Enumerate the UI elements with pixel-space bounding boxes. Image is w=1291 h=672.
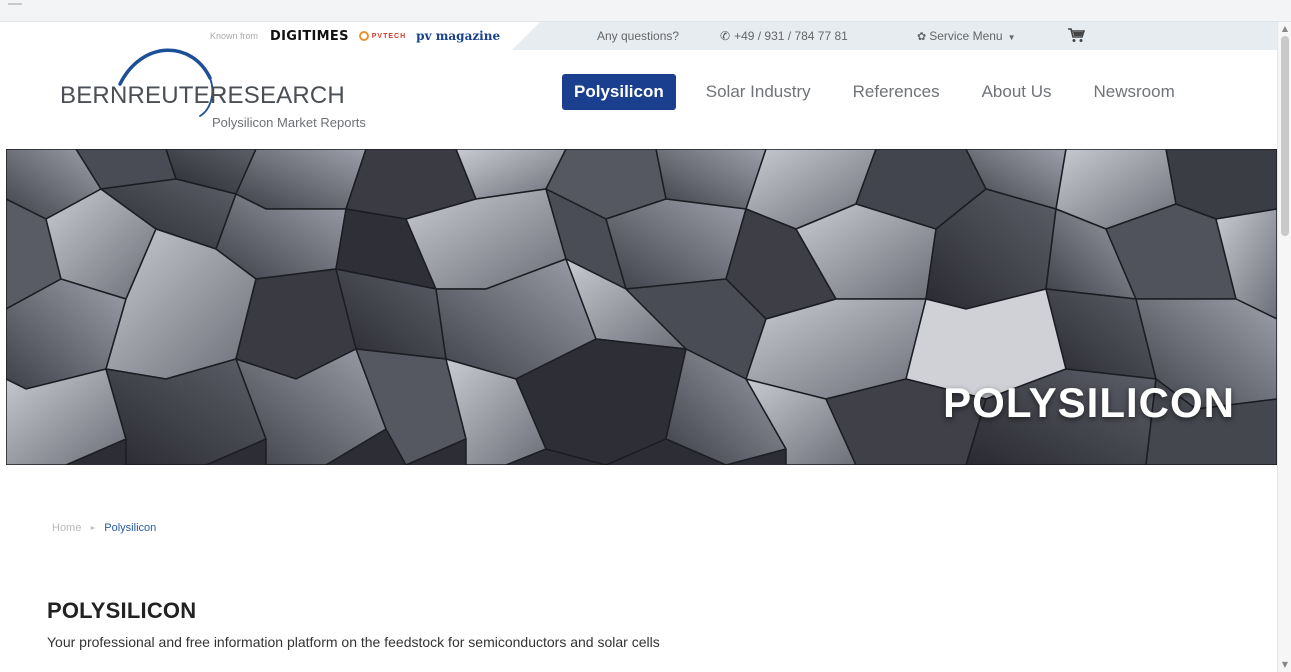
phone-icon: ✆	[720, 29, 731, 43]
chevron-down-icon: ▼	[1007, 33, 1016, 42]
known-from-label: Known from	[210, 31, 259, 41]
phone-link[interactable]: ✆ +49 / 931 / 784 77 81	[720, 29, 848, 43]
hero-banner: POLYSILICON	[6, 149, 1277, 465]
logo-name-right: RESEARCH	[210, 82, 345, 109]
main-navigation: Polysilicon Solar Industry References Ab…	[562, 73, 1175, 111]
pvtech-logo[interactable]: PVTECH	[358, 31, 407, 41]
scrollbar-thumb[interactable]	[1281, 36, 1289, 236]
service-menu-label: Service Menu	[929, 29, 1003, 43]
nav-item-newsroom[interactable]: Newsroom	[1094, 82, 1175, 102]
nav-item-solar-industry[interactable]: Solar Industry	[706, 82, 811, 102]
contact-bar: Any questions? ✆ +49 / 931 / 784 77 81 ✿ S…	[512, 22, 1277, 50]
page-scrollbar[interactable]: ▲ ▼	[1277, 22, 1291, 672]
shopping-cart-icon[interactable]	[1067, 27, 1086, 43]
window-corner-mark	[8, 3, 22, 5]
gear-icon: ✿	[917, 31, 927, 43]
hero-title: POLYSILICON	[943, 379, 1235, 426]
contact-bar-slant	[512, 22, 540, 50]
pv-magazine-logo[interactable]: pv magazine	[416, 29, 500, 43]
breadcrumb: Home ► Polysilicon	[52, 522, 156, 534]
service-menu-dropdown[interactable]: ✿ Service Menu ▼	[917, 29, 1016, 43]
phone-number: +49 / 931 / 784 77 81	[734, 29, 848, 43]
logo-name-left: BERNREUTER	[60, 82, 228, 109]
nav-item-references[interactable]: References	[853, 82, 940, 102]
digitimes-logo[interactable]: DIGITIMES	[270, 29, 349, 44]
nav-item-polysilicon[interactable]: Polysilicon	[562, 74, 676, 110]
logo-tagline: Polysilicon Market Reports	[212, 115, 366, 130]
scroll-down-arrow-icon[interactable]: ▼	[1278, 659, 1291, 671]
breadcrumb-separator-icon: ►	[89, 524, 97, 532]
pvtech-circle-icon	[358, 31, 369, 41]
breadcrumb-current: Polysilicon	[104, 522, 157, 534]
page-subtitle: Your professional and free information p…	[47, 634, 660, 650]
pvtech-logo-text: PVTECH	[371, 32, 407, 40]
logo-wordmark: BERNREUTERRESEARCH	[60, 82, 345, 110]
bernreuter-research-logo[interactable]: BERNREUTERRESEARCH Polysilicon Market Re…	[60, 44, 380, 140]
page-title: POLYSILICON	[47, 598, 197, 623]
scroll-up-arrow-icon[interactable]: ▲	[1278, 23, 1291, 35]
browser-top-strip	[0, 0, 1291, 22]
any-questions-label: Any questions?	[597, 29, 680, 43]
nav-item-about-us[interactable]: About Us	[982, 82, 1052, 102]
breadcrumb-home-link[interactable]: Home	[52, 522, 81, 534]
